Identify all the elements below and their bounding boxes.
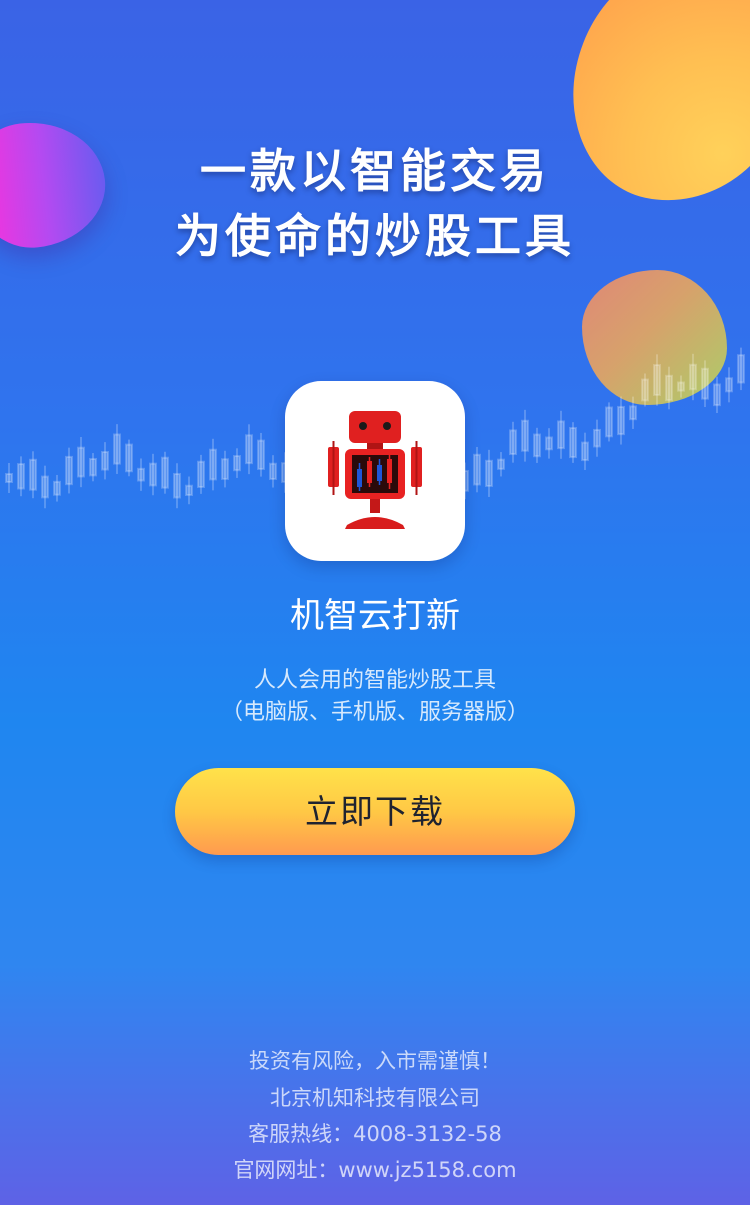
background-candle-body: [557, 420, 565, 450]
background-candle-body: [509, 429, 517, 456]
background-candle-body: [113, 433, 121, 465]
hotline-text: 客服热线：4008-3132-58: [248, 1122, 502, 1146]
background-candle-body: [569, 426, 577, 459]
background-candle-body: [245, 434, 253, 465]
company-name: 北京机知科技有限公司: [270, 1086, 480, 1110]
background-candle-body: [65, 455, 73, 486]
background-candle-body: [77, 446, 85, 478]
background-candle-body: [701, 367, 709, 400]
website-text[interactable]: 官网网址：www.jz5158.com: [0, 1154, 750, 1184]
app-icon[interactable]: [285, 381, 465, 561]
app-platforms: （电脑版、手机版、服务器版）: [220, 700, 529, 725]
robot-candlestick-icon: [328, 411, 422, 529]
background-candle-body: [713, 383, 721, 407]
background-candle-body: [233, 455, 241, 472]
background-candle-body: [533, 433, 541, 458]
background-candle-body: [125, 443, 133, 473]
app-name: 机智云打新: [290, 596, 460, 636]
background-candle-body: [5, 473, 13, 483]
background-candle-body: [497, 458, 505, 470]
background-candle-body: [197, 460, 205, 488]
background-candle-body: [209, 448, 217, 481]
risk-warning-text: 投资有风险，入市需谨慎！: [249, 1049, 501, 1073]
background-candle-body: [185, 484, 193, 497]
background-candle-body: [641, 378, 649, 402]
app-tagline: 人人会用的智能炒股工具: [253, 668, 496, 693]
headline-line-1: 一款以智能交易: [200, 144, 550, 198]
background-candle-body: [89, 457, 97, 477]
background-candle-body: [485, 459, 493, 487]
background-candle-body: [593, 428, 601, 448]
background-candle-body: [221, 458, 229, 480]
background-candle-body: [581, 441, 589, 462]
background-candle-body: [677, 381, 685, 392]
background-candle-body: [41, 475, 49, 499]
background-candle-body: [521, 419, 529, 452]
background-candle-body: [473, 453, 481, 486]
background-candle-body: [149, 462, 157, 487]
background-candle-body: [545, 436, 553, 451]
download-button[interactable]: 立即下载: [175, 768, 575, 855]
background-candle-body: [737, 354, 745, 384]
headline-line-2: 为使命的炒股工具: [175, 209, 575, 263]
background-candle-body: [689, 363, 697, 391]
background-candle-body: [725, 377, 733, 393]
background-candle-body: [161, 456, 169, 489]
background-candle-body: [257, 439, 265, 470]
background-candle-body: [101, 450, 109, 471]
background-candle-body: [617, 405, 625, 436]
background-candle-body: [29, 458, 37, 491]
background-candle-body: [605, 406, 613, 438]
background-candle-body: [653, 364, 661, 396]
download-button-label: 立即下载: [305, 792, 445, 831]
background-candle-body: [269, 462, 277, 480]
background-candle-body: [137, 467, 145, 482]
background-candle-body: [53, 480, 61, 496]
background-candle-body: [17, 463, 25, 490]
background-candle-body: [629, 405, 637, 421]
background-candle-body: [665, 374, 673, 402]
background-candle-body: [173, 472, 181, 499]
